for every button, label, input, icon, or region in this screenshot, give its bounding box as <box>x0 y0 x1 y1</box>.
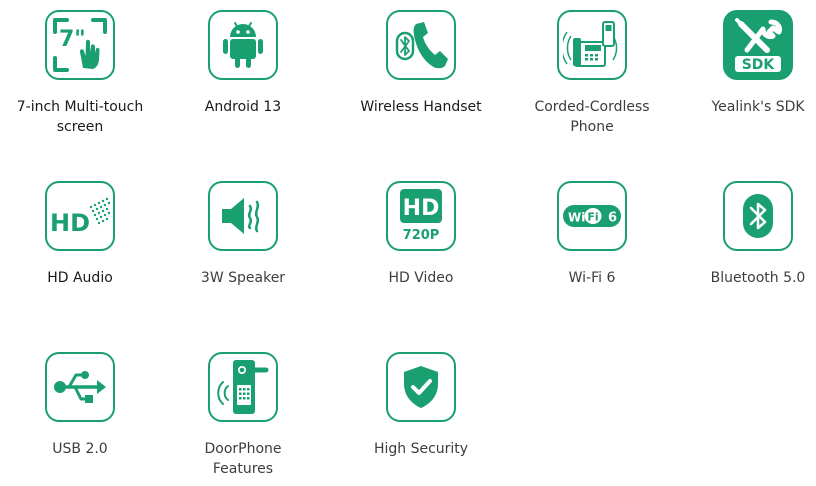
hd-audio-badge: HD <box>50 209 90 237</box>
hd-video-icon: HD 720P <box>400 189 442 243</box>
hd-audio-tile: HD <box>45 181 115 251</box>
security-tile <box>386 352 456 422</box>
doorphone-tile <box>208 352 278 422</box>
sdk-badge: SDK <box>742 57 776 73</box>
feature-label: 3W Speaker <box>200 270 286 286</box>
feature-label: Bluetooth 5.0 <box>710 270 806 286</box>
shield-check-icon <box>404 366 438 408</box>
feature-android: Android 13 <box>163 10 323 117</box>
bluetooth-tile <box>723 181 793 251</box>
feature-label: HD Audio <box>47 270 113 286</box>
feature-bluetooth: Bluetooth 5.0 <box>678 181 816 288</box>
feature-label: Yealink's SDK <box>711 99 805 115</box>
feature-label: Wi-Fi 6 <box>568 270 616 286</box>
speaker-tile <box>208 181 278 251</box>
speaker-icon <box>222 198 260 234</box>
feature-speaker: 3W Speaker <box>163 181 323 288</box>
feature-wifi6: Wi Fi 6 Wi-Fi 6 <box>512 181 672 288</box>
bluetooth-icon <box>743 194 773 238</box>
touchscreen-icon: 7" <box>53 18 107 72</box>
usb-tile <box>45 352 115 422</box>
feature-doorphone: DoorPhone Features <box>163 352 323 479</box>
wireless-handset-tile <box>386 10 456 80</box>
wifi6-wi: Wi <box>568 211 585 225</box>
feature-wireless-handset: Wireless Handset <box>341 10 501 117</box>
feature-label: Android 13 <box>204 99 282 115</box>
wifi6-tile: Wi Fi 6 <box>557 181 627 251</box>
feature-label: 7-inch Multi-touch screen <box>16 99 144 135</box>
wifi6-icon: Wi Fi 6 <box>563 205 621 227</box>
feature-security: High Security <box>341 352 501 459</box>
sdk-tools-icon: SDK <box>735 18 782 73</box>
usb-icon <box>54 371 106 403</box>
feature-label: Corded-Cordless Phone <box>534 99 650 135</box>
feature-label: DoorPhone Features <box>204 441 282 477</box>
hd-audio-icon: HD <box>50 197 111 237</box>
feature-label: High Security <box>373 441 469 457</box>
doorphone-icon <box>217 360 269 414</box>
touchscreen-tile: 7" <box>45 10 115 80</box>
feature-label: Wireless Handset <box>360 99 482 115</box>
feature-sdk: SDK Yealink's SDK <box>678 10 816 117</box>
touchscreen-badge: 7" <box>59 27 86 52</box>
android-icon <box>223 22 263 68</box>
feature-label: HD Video <box>388 270 454 286</box>
desk-phone-icon <box>563 21 618 67</box>
feature-corded-cordless: Corded-Cordless Phone <box>512 10 672 137</box>
feature-touchscreen: 7" 7-inch Multi-touch screen <box>0 10 160 137</box>
wifi6-fi: Fi <box>587 211 598 224</box>
hd-video-resolution: 720P <box>403 228 440 243</box>
desk-phone-tile <box>557 10 627 80</box>
sdk-tile: SDK <box>723 10 793 80</box>
hd-video-tile: HD 720P <box>386 181 456 251</box>
android-tile <box>208 10 278 80</box>
wifi6-number: 6 <box>608 211 617 226</box>
feature-hd-audio: HD HD Audio <box>0 181 160 288</box>
hd-video-badge: HD <box>403 196 440 221</box>
feature-label: USB 2.0 <box>52 441 108 457</box>
wireless-handset-icon <box>395 22 448 69</box>
feature-usb: USB 2.0 <box>0 352 160 459</box>
feature-hd-video: HD 720P HD Video <box>341 181 501 288</box>
